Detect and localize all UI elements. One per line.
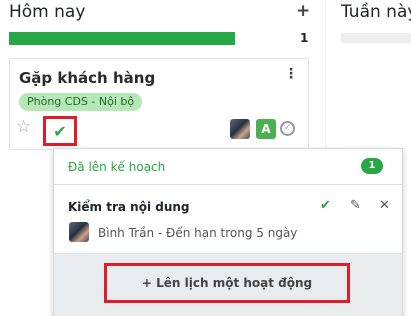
- activity-item: Kiểm tra nội dung ✔ ✎ ✕ Bình Trần - Đến …: [54, 186, 402, 254]
- next-column-title: Tuần này: [341, 2, 411, 22]
- add-card-icon[interactable]: +: [296, 1, 310, 21]
- activity-title: Kiểm tra nội dung: [68, 200, 190, 214]
- card-tag: Phòng CDS - Nội bộ: [19, 93, 143, 111]
- activity-separator: -: [154, 226, 167, 240]
- schedule-activity-button[interactable]: + Lên lịch một hoạt động: [104, 263, 350, 303]
- kanban-card[interactable]: Gặp khách hàng ⋮ Phòng CDS - Nội bộ ☆ ✔ …: [9, 58, 309, 150]
- activity-meta: Bình Trần - Đến hạn trong 5 ngày: [98, 226, 297, 240]
- star-icon[interactable]: ☆: [16, 117, 31, 137]
- popover-count-badge: 1: [361, 158, 383, 174]
- plus-icon: +: [141, 276, 152, 290]
- column-count: 1: [300, 31, 309, 45]
- avatar-letter[interactable]: A: [256, 119, 276, 139]
- popover-header: Đã lên kế hoạch 1: [54, 149, 402, 185]
- progress-fill: [9, 32, 235, 45]
- column-progress-bar[interactable]: [9, 32, 235, 45]
- checkmark-icon: ✔: [53, 121, 67, 141]
- activity-user-avatar: [69, 222, 89, 242]
- activity-button[interactable]: ✔: [43, 116, 77, 146]
- popover-header-title: Đã lên kế hoạch: [68, 160, 166, 174]
- kebab-menu-icon[interactable]: ⋮: [284, 66, 298, 82]
- avatar[interactable]: [230, 119, 250, 139]
- schedule-activity-label: Lên lịch một hoạt động: [156, 276, 313, 290]
- mark-done-icon[interactable]: ✔: [320, 198, 331, 213]
- activity-popover: Đã lên kế hoạch 1 Kiểm tra nội dung ✔ ✎ …: [53, 148, 403, 316]
- column-title: Hôm nay: [9, 2, 86, 22]
- next-column-progress-bar: [341, 33, 411, 43]
- pencil-icon[interactable]: ✎: [350, 198, 361, 213]
- activity-due: Đến hạn trong 5 ngày: [166, 226, 298, 240]
- status-check-icon[interactable]: ✓: [280, 121, 295, 136]
- popover-footer: + Lên lịch một hoạt động: [54, 253, 402, 316]
- activity-user: Bình Trần: [98, 226, 155, 240]
- close-icon[interactable]: ✕: [379, 198, 390, 213]
- card-title: Gặp khách hàng: [19, 69, 156, 87]
